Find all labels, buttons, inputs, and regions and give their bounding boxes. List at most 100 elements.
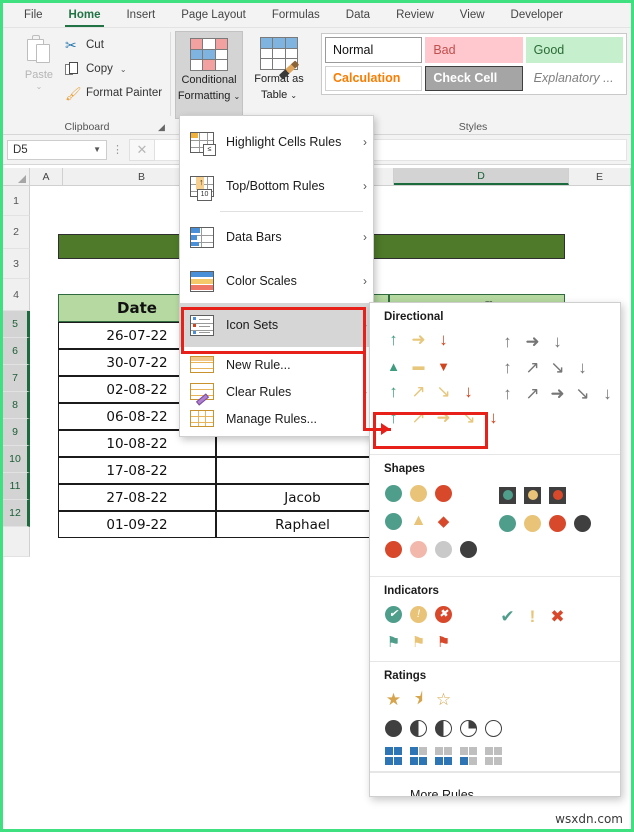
menu-label: Manage Rules...: [226, 411, 318, 426]
iconset-4-arrows-gray[interactable]: ↑ ↗ ↘ ↓: [496, 355, 594, 381]
iconset-3-arrows-colored[interactable]: ↑ ➜ ↓: [370, 327, 620, 353]
row-header-3[interactable]: 3: [3, 249, 30, 279]
copy-button[interactable]: Copy ⌄: [65, 58, 127, 80]
chevron-down-icon[interactable]: ⌄: [36, 82, 43, 91]
cell-date-8[interactable]: 01-09-22: [58, 511, 216, 538]
chevron-down-icon[interactable]: ⌄: [120, 65, 127, 74]
iconset-3-symbols-circled[interactable]: ✔ ! ✖: [370, 601, 620, 628]
style-good[interactable]: Good: [525, 37, 623, 63]
copy-label: Copy: [86, 63, 113, 75]
format-as-table-button[interactable]: Format as Table ⌄: [245, 31, 313, 119]
style-calculation[interactable]: Calculation: [325, 65, 423, 91]
cell-name-8[interactable]: Raphael: [216, 511, 389, 538]
format-painter-button[interactable]: 🖌 Format Painter: [65, 82, 162, 104]
conditional-formatting-label-2: Formatting: [177, 90, 231, 102]
row-header-8[interactable]: 8: [3, 392, 30, 419]
row-header-2[interactable]: 2: [3, 216, 30, 249]
row-header-9[interactable]: 9: [3, 419, 30, 446]
column-header-e[interactable]: E: [569, 168, 631, 185]
style-normal[interactable]: Normal: [325, 37, 423, 63]
menu-item-new-rule[interactable]: New Rule...: [180, 351, 373, 378]
row-header-4[interactable]: 4: [3, 279, 30, 311]
iconset-4-traffic-lights[interactable]: [370, 535, 620, 563]
tab-view[interactable]: View: [447, 3, 498, 27]
chevron-down-icon[interactable]: ⌄: [290, 91, 297, 100]
tab-formulas[interactable]: Formulas: [259, 3, 333, 27]
excel-window: File Home Insert Page Layout Formulas Da…: [0, 0, 634, 832]
select-all-corner[interactable]: [3, 168, 30, 185]
conditional-formatting-button[interactable]: Conditional Formatting ⌄: [175, 31, 243, 119]
iconset-4-red-to-black[interactable]: [496, 509, 594, 537]
iconset-4-ratings[interactable]: [496, 688, 612, 716]
menu-item-color-scales[interactable]: Color Scales ›: [180, 259, 373, 303]
cell-date-6[interactable]: 17-08-22: [58, 457, 216, 484]
ribbon-group-clipboard: Paste ⌄ ✂ Cut Copy ⌄ 🖌 Format Painter Cl…: [3, 28, 171, 134]
conditional-formatting-icon: [190, 38, 228, 71]
style-explanatory[interactable]: Explanatory ...: [525, 65, 623, 91]
section-title-shapes: Shapes: [384, 463, 425, 475]
iconset-5-arrows-gray[interactable]: ↑ ↗ ➜ ↘ ↓: [496, 381, 619, 407]
menu-item-icon-sets[interactable]: Icon Sets ›: [180, 303, 373, 347]
iconset-5-arrows-colored[interactable]: ↑ ↗ ➜ ↘ ↓: [370, 405, 620, 431]
tab-file[interactable]: File: [11, 3, 56, 27]
menu-item-clear-rules[interactable]: Clear Rules ›: [180, 378, 373, 406]
iconset-3-arrows-gray[interactable]: ↑ ➜ ↓: [496, 329, 569, 355]
section-directional: Directional ↑ ➜ ↓ ▲ ▬ ▼ ↑ ↗ ↘ ↓ ↑ ↗ ➜ ↘ ↓ ↑ ➜ ↓ ↑ ↗ ↘ ↓: [370, 303, 620, 455]
iconset-3-symbols-uncircled[interactable]: ✔ ! ✖: [496, 603, 569, 630]
ribbon-tabbar: File Home Insert Page Layout Formulas Da…: [3, 3, 631, 28]
tab-data[interactable]: Data: [333, 3, 383, 27]
cell-name-7[interactable]: Jacob: [216, 484, 389, 511]
iconset-5-ratings[interactable]: [496, 716, 620, 744]
chevron-down-icon[interactable]: ▼: [93, 145, 101, 154]
chevron-down-icon[interactable]: ⌄: [233, 92, 240, 101]
cell-name-6[interactable]: [216, 457, 389, 484]
row-header-13[interactable]: [3, 527, 30, 557]
style-check-cell[interactable]: Check Cell: [425, 65, 523, 91]
column-header-a[interactable]: A: [30, 168, 63, 185]
menu-item-manage-rules[interactable]: Manage Rules...: [180, 405, 373, 432]
paste-icon: [24, 35, 54, 67]
tab-home[interactable]: Home: [56, 3, 114, 27]
row-header-7[interactable]: 7: [3, 365, 30, 392]
tab-page-layout[interactable]: Page Layout: [168, 3, 259, 27]
row-header-1[interactable]: 1: [3, 186, 30, 216]
cut-button[interactable]: ✂ Cut: [65, 34, 104, 56]
highlight-cells-icon: ≤: [190, 131, 216, 156]
callout-connector-vertical: [363, 351, 366, 431]
row-header-12[interactable]: 12: [3, 500, 30, 527]
style-bad[interactable]: Bad: [425, 37, 523, 63]
clipboard-dialog-launcher[interactable]: ◢: [156, 122, 167, 133]
icon-sets-flyout: Directional ↑ ➜ ↓ ▲ ▬ ▼ ↑ ↗ ↘ ↓ ↑ ↗ ➜ ↘ ↓ ↑ ➜ ↓ ↑ ↗ ↘ ↓: [369, 302, 621, 797]
cell-date-7[interactable]: 27-08-22: [58, 484, 216, 511]
row-header-10[interactable]: 10: [3, 446, 30, 473]
conditional-formatting-menu: ≤ Highlight Cells Rules › ↑ 10 Top/Botto…: [179, 115, 374, 437]
iconset-3-flags[interactable]: ⚑ ⚑ ⚑: [370, 628, 620, 655]
manage-rules-icon: [190, 410, 214, 427]
chevron-right-icon: ›: [363, 274, 367, 288]
iconset-5-boxes[interactable]: [370, 742, 620, 770]
callout-arrowhead: [381, 423, 390, 435]
row-header-11[interactable]: 11: [3, 473, 30, 500]
row-header-5[interactable]: 5: [3, 311, 30, 338]
name-box[interactable]: D5 ▼: [7, 139, 107, 160]
paste-button[interactable]: Paste ⌄: [13, 32, 65, 104]
row-header-6[interactable]: 6: [3, 338, 30, 365]
column-header-d[interactable]: D: [394, 168, 569, 185]
section-ratings: Ratings ★ ⯨ ☆: [370, 662, 620, 772]
menu-item-highlight-cells-rules[interactable]: ≤ Highlight Cells Rules ›: [180, 120, 373, 164]
iconset-3-traffic-lights-unrimmed[interactable]: [370, 479, 620, 507]
clipboard-group-label: Clipboard: [64, 121, 110, 133]
menu-label: Top/Bottom Rules: [226, 179, 325, 193]
copy-icon: [65, 61, 80, 77]
menu-item-data-bars[interactable]: Data Bars ›: [180, 215, 373, 259]
color-scales-icon: [190, 270, 214, 292]
tab-insert[interactable]: Insert: [113, 3, 168, 27]
tab-developer[interactable]: Developer: [498, 3, 576, 27]
watermark: wsxdn.com: [555, 812, 623, 826]
menu-item-top-bottom-rules[interactable]: ↑ 10 Top/Bottom Rules ›: [180, 164, 373, 208]
section-title-ratings: Ratings: [384, 670, 427, 682]
close-icon[interactable]: ✕: [129, 138, 155, 161]
iconset-3-traffic-lights-rimmed[interactable]: [496, 481, 569, 509]
more-rules-button[interactable]: More Rules...: [370, 772, 620, 796]
tab-review[interactable]: Review: [383, 3, 447, 27]
